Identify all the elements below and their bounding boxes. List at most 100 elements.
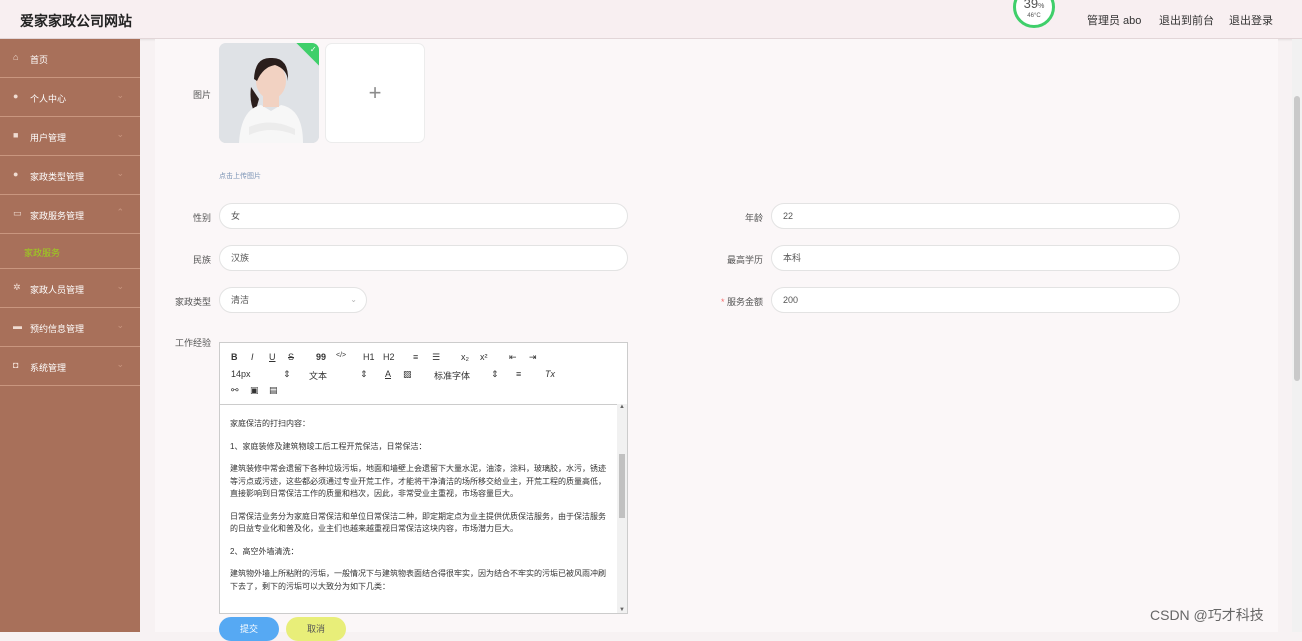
editor-paragraph: 家庭保洁的打扫内容：	[230, 419, 310, 428]
underline-button[interactable]: U	[269, 352, 276, 362]
sidebar-item-label: 预约信息管理	[30, 324, 85, 334]
superscript-button[interactable]: x²	[480, 352, 488, 362]
gender-input[interactable]: 女	[219, 203, 628, 229]
sidebar-subitem-service[interactable]: 家政服务	[0, 234, 140, 269]
editor-paragraph: 建筑装修中常会遗留下各种垃圾污垢，地面和墙壁上会遗留下大量水泥，油漆，涂料，玻璃…	[230, 464, 606, 498]
service-type-value: 清洁	[231, 295, 250, 305]
admin-user-label: 管理员 abo	[1087, 15, 1142, 27]
editor-paragraph: 1、家庭装修及建筑物竣工后工程开荒保洁，日常保洁：	[230, 441, 427, 451]
submit-button[interactable]: 提交	[219, 617, 279, 641]
service-amount-input[interactable]: 200	[771, 287, 1180, 313]
ordered-list-icon[interactable]: ≡	[413, 352, 418, 362]
sidebar-item-label: 系统管理	[30, 363, 67, 373]
upload-hint: 点击上传图片	[219, 173, 261, 180]
user-icon: ●	[13, 169, 19, 179]
age-label: 年龄	[744, 213, 763, 223]
back-to-frontend-link[interactable]: 退出到前台	[1159, 12, 1214, 28]
font-size-select[interactable]: 14px	[231, 369, 251, 379]
editor-paragraph: 建筑物外墙上所粘附的污垢，一般情况下与建筑物表面结合得很牢实，因为结合不牢实的污…	[230, 569, 606, 591]
editor-scrollbar[interactable]: ▲ ▼	[617, 404, 627, 613]
editor-content[interactable]: 家庭保洁的打扫内容： 1、家庭装修及建筑物竣工后工程开荒保洁，日常保洁： 建筑装…	[220, 404, 618, 613]
sidebar-item-system-management[interactable]: ◘ 系统管理 ⌄	[0, 347, 140, 386]
ethnicity-input[interactable]: 汉族	[219, 245, 628, 271]
font-color-icon[interactable]: A	[385, 369, 391, 379]
scroll-down-arrow-icon[interactable]: ▼	[619, 607, 625, 613]
clear-format-button[interactable]: Tx	[545, 369, 555, 379]
chevron-down-icon: ⌄	[116, 168, 124, 178]
chevron-down-icon: ⌄	[116, 129, 124, 139]
chevron-down-icon: ⌄	[116, 90, 124, 100]
top-header: 爱家家政公司网站 39% 46°C 管理员 abo 退出到前台 退出登录	[0, 0, 1302, 39]
updown-arrow-icon: ⇕	[283, 369, 291, 379]
sidebar-item-staff-management[interactable]: ✲ 家政人员管理 ⌄	[0, 269, 140, 308]
sidebar-item-home[interactable]: ⌂ 首页	[0, 39, 140, 78]
updown-arrow-icon: ⇕	[360, 369, 368, 379]
site-title: 爱家家政公司网站	[20, 13, 132, 29]
sidebar-item-service-type-management[interactable]: ● 家政类型管理 ⌄	[0, 156, 140, 195]
chevron-down-icon: ⌄	[350, 295, 357, 304]
editor-scrollbar-thumb[interactable]	[619, 454, 625, 518]
work-experience-editor[interactable]: B I U S 99 </> H1 H2 ≡ ☰ x₂ x² ⇤ ⇥ 14px …	[219, 342, 628, 614]
sidebar-item-service-management[interactable]: ▭ 家政服务管理 ⌃	[0, 195, 140, 234]
add-picture-button[interactable]: +	[325, 43, 425, 143]
bullet-list-icon[interactable]: ☰	[432, 352, 440, 363]
database-icon: ◘	[13, 360, 19, 370]
italic-button[interactable]: I	[251, 352, 254, 362]
monitor-icon: ▬	[13, 321, 22, 331]
card-icon: ▭	[13, 208, 22, 218]
gauge-percent-unit: %	[1038, 3, 1045, 10]
bold-button[interactable]: B	[231, 352, 238, 362]
sidebar-item-user-management[interactable]: ■ 用户管理 ⌄	[0, 117, 140, 156]
chevron-down-icon: ⌄	[116, 320, 124, 330]
image-icon[interactable]: ▣	[250, 385, 259, 396]
service-type-label: 家政类型	[174, 297, 211, 307]
sidebar-item-personal-center[interactable]: ● 个人中心 ⌄	[0, 78, 140, 117]
align-icon[interactable]: ≡	[516, 369, 521, 379]
sidebar-item-label: 用户管理	[30, 133, 67, 143]
education-label: 最高学历	[726, 255, 763, 265]
chevron-down-icon: ⌄	[116, 359, 124, 369]
blockquote-button[interactable]: 99	[316, 352, 326, 362]
video-icon[interactable]: ▤	[269, 385, 278, 396]
ethnicity-label: 民族	[192, 255, 211, 265]
sidebar-item-label: 家政人员管理	[30, 285, 85, 295]
indent-icon[interactable]: ⇥	[529, 352, 537, 363]
subscript-button[interactable]: x₂	[461, 352, 469, 362]
link-icon[interactable]: ⚯	[231, 385, 239, 396]
cancel-button[interactable]: 取消	[286, 617, 346, 641]
sidebar-item-label: 家政服务管理	[30, 211, 85, 221]
performance-gauge: 39% 46°C	[1013, 0, 1055, 28]
home-icon: ⌂	[13, 52, 19, 62]
updown-arrow-icon: ⇕	[491, 369, 499, 379]
code-block-button[interactable]: </>	[336, 352, 346, 359]
gender-label: 性别	[192, 213, 211, 223]
scroll-up-arrow-icon[interactable]: ▲	[619, 404, 625, 410]
briefcase-icon: ■	[13, 130, 19, 140]
background-color-icon[interactable]: ▨	[403, 369, 412, 380]
uploaded-photo[interactable]: ✓	[219, 43, 319, 143]
person-photo-image	[219, 43, 319, 143]
education-input[interactable]: 本科	[771, 245, 1180, 271]
editor-paragraph: 2、高空外墙清洗：	[230, 546, 299, 556]
chevron-up-icon: ⌃	[116, 207, 124, 217]
heading2-button[interactable]: H2	[383, 352, 395, 362]
service-amount-label-text: 服务金额	[726, 297, 763, 307]
page-scrollbar-thumb[interactable]	[1294, 96, 1300, 381]
text-format-select[interactable]: 文本	[309, 369, 327, 382]
checkmark-icon: ✓	[309, 44, 317, 54]
picture-label: 图片	[192, 90, 211, 100]
sidebar-menu: ⌂ 首页 ● 个人中心 ⌄ ■ 用户管理 ⌄ ● 家政类型管理 ⌄ ▭ 家政服务…	[0, 39, 140, 632]
sidebar-item-booking-management[interactable]: ▬ 预约信息管理 ⌄	[0, 308, 140, 347]
sidebar-item-label: 首页	[30, 55, 49, 65]
work-experience-label: 工作经验	[174, 338, 211, 348]
outdent-icon[interactable]: ⇤	[509, 352, 517, 363]
logout-link[interactable]: 退出登录	[1229, 12, 1273, 28]
age-input[interactable]: 22	[771, 203, 1180, 229]
strikethrough-button[interactable]: S	[288, 352, 294, 362]
font-family-select[interactable]: 标准字体	[434, 369, 470, 382]
editor-paragraph: 日常保洁业务分为家庭日常保洁和单位日常保洁二种，即定期定点为业主提供优质保洁服务…	[230, 511, 606, 534]
service-amount-label: * 服务金额	[700, 295, 763, 308]
sidebar-item-label: 个人中心	[30, 94, 67, 104]
service-type-select[interactable]: 清洁 ⌄	[219, 287, 367, 313]
heading1-button[interactable]: H1	[363, 352, 375, 362]
